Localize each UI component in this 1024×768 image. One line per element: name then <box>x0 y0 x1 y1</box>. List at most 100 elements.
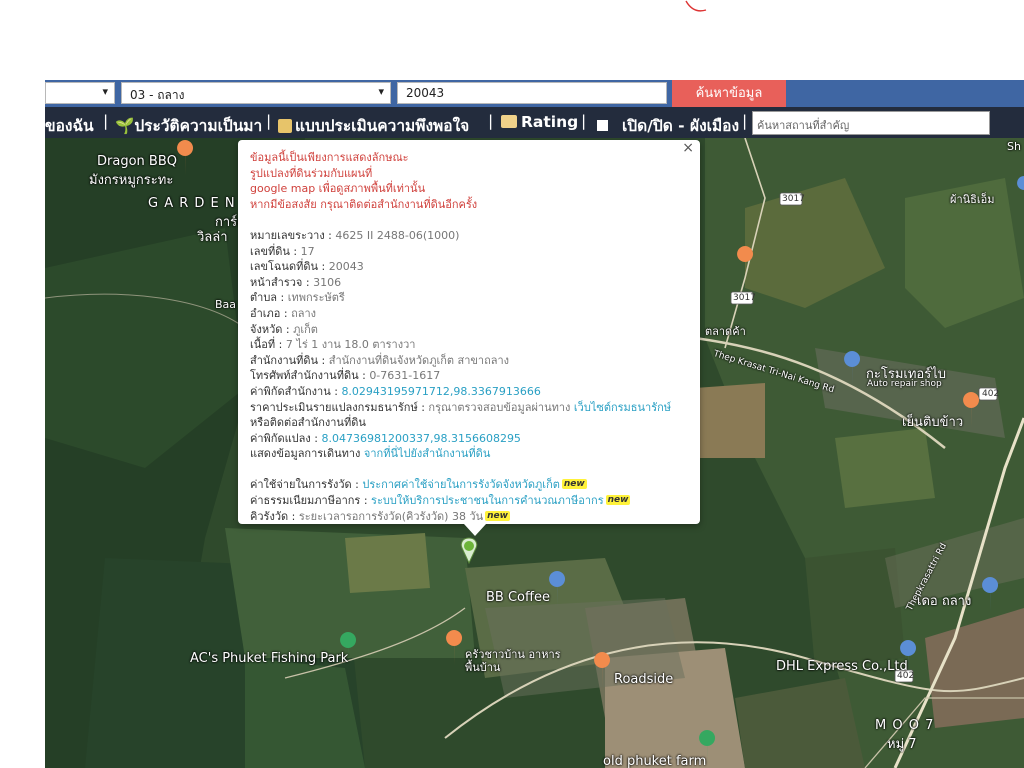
chevron-down-icon: ▾ <box>102 85 108 98</box>
survey-page-row: หน้าสำรวจ : 3106 <box>250 275 688 291</box>
queue-label: คิวรังวัด : <box>250 509 299 523</box>
red-scribble-mark <box>685 0 707 12</box>
price-label: ราคาประเมินรายแปลงกรมธนารักษ์ : <box>250 400 429 414</box>
search-button[interactable]: ค้นหาข้อมูล <box>672 80 786 107</box>
queue-value: ระยะเวลารอการรังวัด(คิวรังวัด) 38 วัน <box>298 509 484 523</box>
nav-item-mine[interactable]: ของฉัน <box>45 113 94 138</box>
new-badge: new <box>561 479 587 490</box>
nav-item-survey[interactable]: แบบประเมินความพึงพอใจ <box>278 113 469 138</box>
search-bar: ▾ 03 - ถลาง ▾ 20043 ค้นหาข้อมูล <box>45 80 1024 107</box>
place-label: Auto repair shop <box>867 379 942 389</box>
place-label: Baa <box>215 298 237 311</box>
province-select[interactable]: ▾ <box>45 82 115 104</box>
sheet-row: หมายเลขระวาง : 4625 II 2488-06(1000) <box>250 228 688 244</box>
office-coord-link[interactable]: 8.02943195971712,98.3367913666 <box>341 385 540 398</box>
price-row: ราคาประเมินรายแปลงกรมธนารักษ์ : กรุณาตรว… <box>250 400 688 416</box>
road-number: 3017 <box>733 293 756 303</box>
area-label: เนื้อที่ : <box>250 338 286 352</box>
satellite-map[interactable]: Dragon BBQ มังกรหมูกระทะ G A R D E N การ… <box>45 138 1024 768</box>
parcel-coord-link[interactable]: 8.04736981200337,98.3156608295 <box>321 432 520 445</box>
treasury-website-link[interactable]: เว็บไซต์กรมธนารักษ์ <box>574 401 671 414</box>
tambon-row: ตำบล : เทพกระษัตรี <box>250 290 688 306</box>
amphoe-label: อำเภอ : <box>250 306 292 320</box>
close-icon[interactable]: × <box>682 140 694 157</box>
amphoe-select-value: 03 - ถลาง <box>130 88 185 102</box>
land-no-label: เลขที่ดิน : <box>250 244 301 258</box>
deed-no-row: เลขโฉนดที่ดิน : 20043 <box>250 259 688 275</box>
warning-line: หากมีข้อสงสัย กรุณาติดต่อสำนักงานที่ดินอ… <box>250 197 478 211</box>
popup-tail <box>464 524 486 536</box>
clipboard-icon <box>278 119 292 133</box>
survey-page-label: หน้าสำรวจ : <box>250 275 314 289</box>
warning-text: เพื่อดูสภาพพื้นที่เท่านั้น <box>315 182 426 196</box>
place-label: AC's Phuket Fishing Park <box>190 651 349 666</box>
checkbox-icon[interactable] <box>597 120 608 131</box>
phone-row: โทรศัพท์สำนักงานที่ดิน : 0-7631-1617 <box>250 368 688 384</box>
place-label: เย็นติบข้าว <box>902 415 964 430</box>
nav-item-rating-label: Rating <box>521 113 579 131</box>
parcel-coord-row: ค่าพิกัดแปลง : 8.04736981200337,98.31566… <box>250 431 688 447</box>
province-label: จังหวัด : <box>250 322 294 336</box>
new-badge: new <box>605 495 631 506</box>
nav-item-survey-label: แบบประเมินความพึงพอใจ <box>295 117 470 135</box>
queue-row: คิวรังวัด : ระยะเวลารอการรังวัด(คิวรังวั… <box>250 509 688 525</box>
tax-link[interactable]: ระบบให้บริการประชาชนในการคำนวณภาษีอากร <box>371 494 604 507</box>
chart-icon <box>501 115 517 128</box>
office-label: สำนักงานที่ดิน : <box>250 353 329 367</box>
deed-no-value: 20043 <box>328 260 364 274</box>
price-value: กรุณาตรวจสอบข้อมูลผ่านทาง <box>428 400 574 414</box>
place-label: พื้นบ้าน <box>465 661 501 674</box>
landmark-search-input[interactable]: ค้นหาสถานที่สำคัญ <box>752 111 990 135</box>
place-label: M O O 7 <box>875 718 935 733</box>
nav-separator: | <box>488 112 494 130</box>
road-number: 402 <box>982 389 1000 399</box>
land-no-row: เลขที่ดิน : 17 <box>250 244 688 260</box>
place-label: วิลล่า <box>197 230 228 245</box>
nav-bar: ของฉัน | 🌱ประวัติความเป็นมา | แบบประเมิน… <box>45 107 1024 138</box>
deed-no-label: เลขโฉนดที่ดิน : <box>250 260 329 274</box>
office-row: สำนักงานที่ดิน : สำนักงานที่ดินจังหวัดภู… <box>250 353 688 369</box>
nav-item-rating[interactable]: Rating <box>501 113 578 131</box>
office-coord-label: ค่าพิกัดสำนักงาน : <box>250 384 342 398</box>
amphoe-value: ถลาง <box>291 306 317 320</box>
parcel-coord-label: ค่าพิกัดแปลง : <box>250 431 322 445</box>
place-label: หมู่ 7 <box>887 737 917 752</box>
new-badge: new <box>485 510 510 521</box>
tax-label: ค่าธรรมเนียมภาษีอากร : <box>250 494 372 508</box>
place-label: old phuket farm <box>603 754 707 768</box>
route-label: แสดงข้อมูลการเดินทาง <box>250 447 364 461</box>
phone-value: 0-7631-1617 <box>369 369 441 383</box>
parcel-number-input[interactable]: 20043 <box>397 82 667 104</box>
parcel-marker-icon[interactable] <box>458 536 480 566</box>
chevron-down-icon: ▾ <box>378 85 384 98</box>
sheet-label: หมายเลขระวาง : <box>250 228 336 242</box>
office-coord-row: ค่าพิกัดสำนักงาน : 8.02943195971712,98.3… <box>250 384 688 400</box>
road-number: 3017 <box>782 194 805 204</box>
sheet-value: 4625 II 2488-06(1000) <box>335 228 460 242</box>
place-label: Dragon BBQ <box>97 154 177 169</box>
nav-item-toggle-zoning[interactable]: เปิด/ปิด - ผังเมือง <box>597 113 739 138</box>
office-value: สำนักงานที่ดินจังหวัดภูเก็ต สาขาถลาง <box>328 353 510 367</box>
nav-separator: | <box>742 112 748 130</box>
amphoe-select[interactable]: 03 - ถลาง ▾ <box>121 82 391 104</box>
warning-line: รูปแปลงที่ดินร่วมกับแผนที่ <box>250 166 373 180</box>
nav-item-toggle-label: เปิด/ปิด - ผังเมือง <box>622 117 740 135</box>
land-no-value: 17 <box>300 244 315 258</box>
nav-item-history[interactable]: 🌱ประวัติความเป็นมา <box>115 113 262 138</box>
fee-label: ค่าใช้จ่ายในการรังวัด : <box>250 478 363 492</box>
fee-link[interactable]: ประกาศค่าใช้จ่ายในการรังวัดจังหวัดภูเก็ต <box>362 478 560 491</box>
province-row: จังหวัด : ภูเก็ต <box>250 322 688 338</box>
area-value: 7 ไร่ 1 งาน 18.0 ตารางวา <box>285 338 416 352</box>
route-link[interactable]: จากที่นี่ไปยังสำนักงานที่ดิน <box>364 447 490 460</box>
seedling-icon: 🌱 <box>115 117 135 135</box>
survey-page-value: 3106 <box>313 275 342 289</box>
phone-label: โทรศัพท์สำนักงานที่ดิน : <box>250 369 370 383</box>
nav-separator: | <box>266 112 272 130</box>
place-label: มังกรหมูกระทะ <box>89 173 174 188</box>
place-label: DHL Express Co.,Ltd <box>776 659 908 674</box>
price-line2: หรือติดต่อสำนักงานที่ดิน <box>250 416 366 430</box>
warning-line: google map เพื่อดูสภาพพื้นที่เท่านั้น <box>250 181 688 197</box>
blank-header-area <box>0 0 1024 80</box>
google-map-link[interactable]: google map <box>250 182 315 195</box>
warning-line: ข้อมูลนี้เป็นเพียงการแสดงลักษณะ <box>250 151 409 164</box>
